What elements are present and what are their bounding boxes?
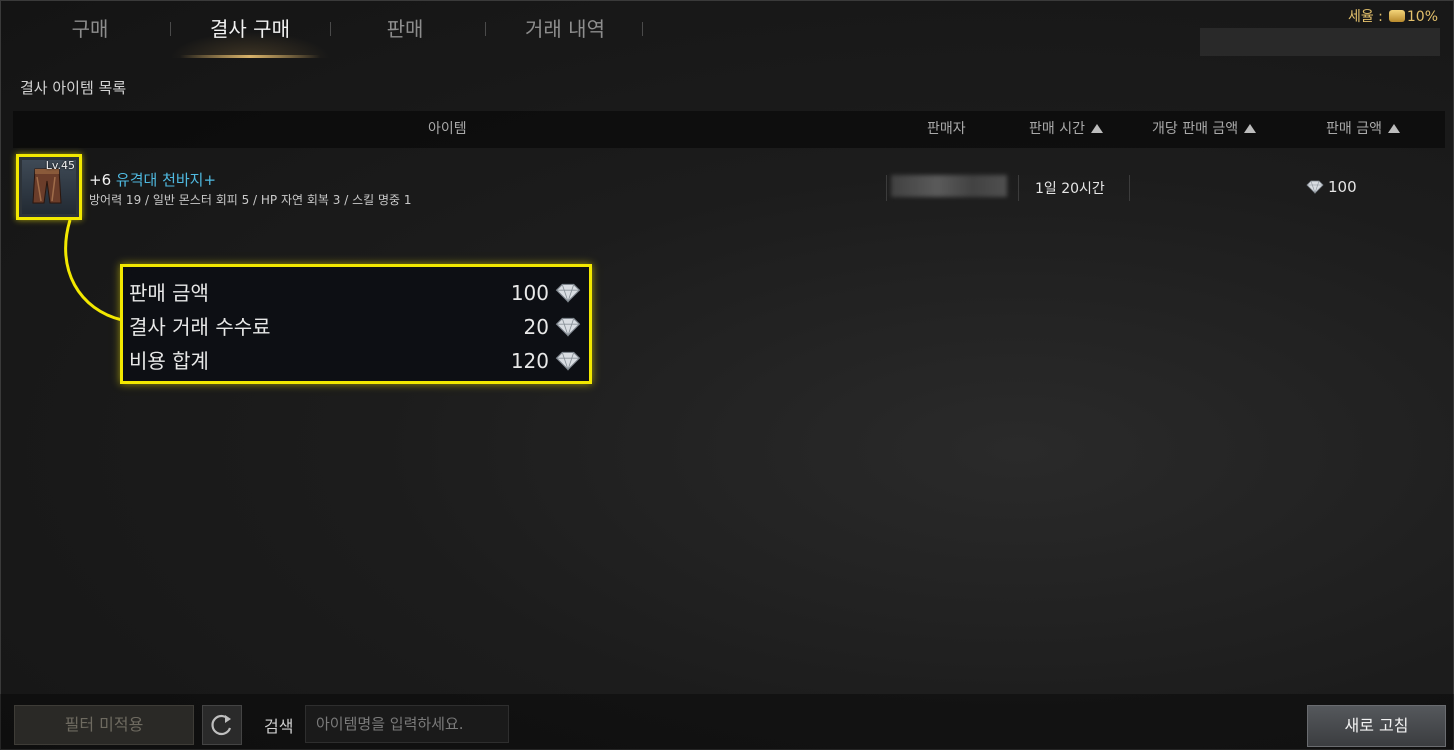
- sale-price-value: 100: [1328, 178, 1357, 196]
- sort-ascending-icon: [1387, 124, 1400, 133]
- tab-sell-label: 판매: [386, 17, 424, 41]
- item-title: +6 유격대 천바지+: [89, 169, 216, 190]
- cost-label: 결사 거래 수수료: [129, 315, 271, 339]
- header-time[interactable]: 판매 시간: [1029, 111, 1103, 148]
- top-decoration: [1200, 28, 1440, 56]
- cost-label: 비용 합계: [129, 349, 209, 373]
- item-level: Lv.45: [45, 159, 75, 172]
- column-divider: [1129, 175, 1130, 201]
- cost-value: 100: [510, 281, 549, 305]
- filter-button[interactable]: 필터 미적용: [14, 705, 194, 745]
- pants-item-icon: [32, 168, 62, 204]
- sale-time: 1일 20시간: [1035, 181, 1105, 197]
- header-unit-price-label: 개당 판매 금액: [1152, 121, 1239, 137]
- tab-trade-history[interactable]: 거래 내역: [500, 0, 630, 58]
- section-title: 결사 아이템 목록: [20, 79, 127, 97]
- cost-row-total: 비용 합계 120: [129, 344, 583, 378]
- diamond-icon: [1306, 180, 1324, 194]
- sort-ascending-icon: [1244, 124, 1257, 133]
- tax-rate: 세율 : 10%: [1348, 6, 1438, 26]
- cost-label: 판매 금액: [129, 281, 209, 305]
- table-row[interactable]: Lv.45 +6 유격대 천바지+ 방어력 19 / 일반 몬스터 회피 5 /…: [13, 148, 1445, 226]
- cost-value: 20: [523, 315, 549, 339]
- item-name: 유격대 천바지+: [115, 171, 217, 189]
- tab-sell[interactable]: 판매: [345, 0, 465, 58]
- tax-label: 세율 :: [1347, 9, 1383, 25]
- diamond-icon: [555, 283, 581, 303]
- reset-filter-button[interactable]: [202, 705, 242, 745]
- header-item: 아이템: [428, 121, 467, 137]
- header-price-label: 판매 금액: [1326, 121, 1382, 137]
- column-divider: [1018, 175, 1019, 201]
- item-stats: 방어력 19 / 일반 몬스터 회피 5 / HP 자연 회복 3 / 스킬 명…: [89, 193, 412, 207]
- item-slot[interactable]: Lv.45: [16, 154, 82, 220]
- tax-value: 10%: [1406, 9, 1438, 25]
- diamond-icon: [555, 351, 581, 371]
- refresh-icon: [211, 714, 232, 736]
- tab-guild-buy-label: 결사 구매: [210, 17, 290, 41]
- tab-divider: [485, 22, 486, 36]
- sort-ascending-icon: [1090, 124, 1103, 133]
- tab-active-underline: [180, 55, 320, 58]
- refresh-button[interactable]: 새로 고침: [1307, 705, 1446, 747]
- item-enhance: +6: [89, 171, 112, 189]
- tab-trade-history-label: 거래 내역: [525, 17, 605, 41]
- seller-name-blurred: [891, 175, 1007, 197]
- sale-price: 100: [1306, 178, 1357, 196]
- tab-divider: [642, 22, 643, 36]
- tab-buy-label: 구매: [71, 17, 109, 41]
- tab-guild-buy[interactable]: 결사 구매: [170, 0, 330, 58]
- header-unit-price[interactable]: 개당 판매 금액: [1152, 111, 1257, 148]
- cost-value: 120: [510, 349, 549, 373]
- tab-divider: [330, 22, 331, 36]
- search-label: 검색: [264, 717, 294, 736]
- header-price[interactable]: 판매 금액: [1326, 111, 1400, 148]
- cost-row-guild-fee: 결사 거래 수수료 20: [129, 310, 583, 344]
- table-header: 아이템 판매자 판매 시간 개당 판매 금액 판매 금액: [13, 111, 1445, 148]
- cost-row-sale-price: 판매 금액 100: [129, 276, 583, 310]
- header-seller: 판매자: [927, 121, 966, 137]
- cost-breakdown-tooltip: 판매 금액 100 결사 거래 수수료 20 비용 합계 120: [120, 264, 592, 384]
- tab-buy[interactable]: 구매: [30, 0, 150, 58]
- diamond-icon: [555, 317, 581, 337]
- header-time-label: 판매 시간: [1029, 121, 1085, 137]
- search-input[interactable]: [305, 705, 509, 743]
- column-divider: [886, 175, 887, 201]
- coin-icon: [1388, 10, 1405, 22]
